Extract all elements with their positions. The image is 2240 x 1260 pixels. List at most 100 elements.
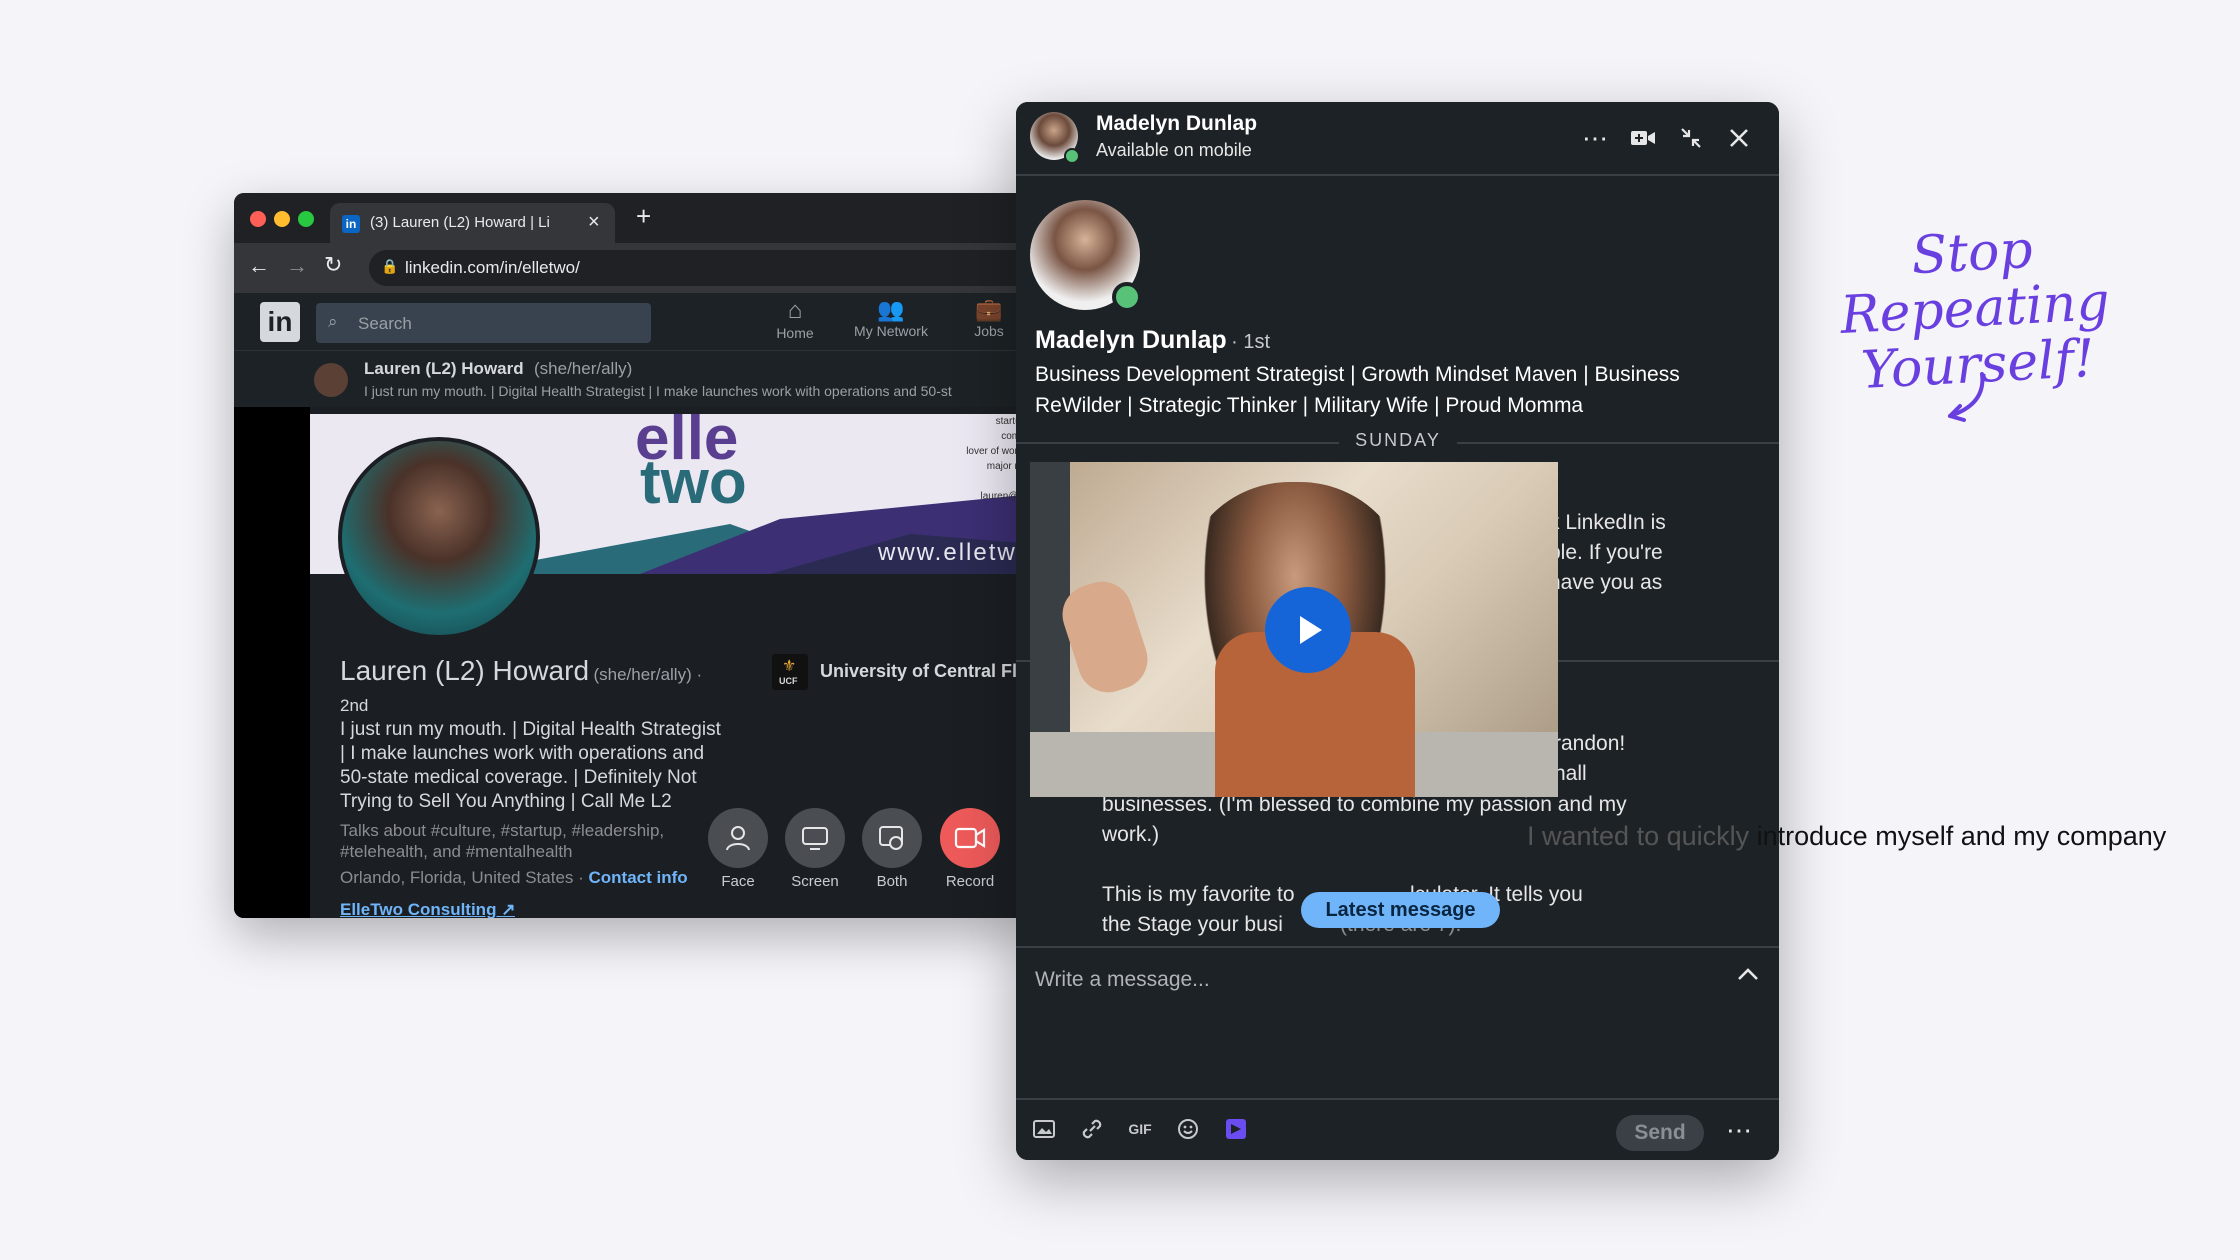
record-button[interactable]	[940, 808, 1000, 868]
latest-message-button[interactable]: Latest message	[1301, 892, 1500, 928]
curved-arrow-icon	[1948, 372, 1985, 422]
both-button[interactable]	[862, 808, 922, 868]
back-icon[interactable]: ←	[248, 253, 270, 279]
screen-icon	[802, 827, 828, 850]
message-line: have you as	[1549, 571, 1663, 594]
face-label: Face	[721, 873, 755, 890]
screen-label: Screen	[791, 873, 839, 890]
chat-contact-status: Available on mobile	[1096, 140, 1252, 160]
linkedin-navbar: in ⌕ Search ⌂ Home 👥 My Network 💼 Jobs	[234, 293, 1034, 350]
tab-bar: in (3) Lauren (L2) Howard | Li × +	[234, 193, 1034, 243]
play-icon	[1300, 616, 1322, 644]
external-link-icon: ↗	[501, 900, 516, 918]
close-window-button[interactable]	[250, 211, 266, 227]
compose-placeholder: Write a message...	[1035, 968, 1210, 991]
profile-headline: I just run my mouth. | Digital Health St…	[340, 718, 721, 814]
online-status-icon	[1064, 148, 1080, 164]
profile-avatar[interactable]	[338, 437, 540, 639]
minimize-chat-icon[interactable]	[1671, 118, 1711, 158]
person-icon	[726, 826, 750, 851]
mini-avatar	[314, 363, 348, 397]
gif-icon[interactable]: GIF	[1122, 1111, 1158, 1147]
bonjoro-extension-icon[interactable]	[1218, 1111, 1254, 1147]
linkedin-favicon-icon: in	[342, 215, 360, 233]
nav-label: My Network	[854, 323, 928, 339]
talks-line: #telehealth, and #mentalhealth	[340, 842, 573, 861]
website-link[interactable]: ElleTwo Consulting ↗	[340, 900, 515, 918]
message-line: k LinkedIn is	[1549, 511, 1666, 534]
profile-card-degree: · 1st	[1231, 331, 1271, 353]
headline-line: 50-state medical coverage. | Definitely …	[340, 767, 697, 788]
home-icon: ⌂	[787, 297, 803, 324]
headline-line: Trying to Sell You Anything | Call Me L2	[340, 791, 672, 812]
url-field[interactable]: 🔒 linkedin.com/in/elletwo/	[369, 250, 1034, 286]
screen-button[interactable]	[785, 808, 845, 868]
image-icon[interactable]	[1026, 1111, 1062, 1147]
address-bar: ← → ↻ 🔒 linkedin.com/in/elletwo/	[234, 243, 1034, 293]
message-1: k LinkedIn is ple. If you're have you as	[1549, 508, 1666, 598]
tab-title: (3) Lauren (L2) Howard | Li	[370, 214, 550, 231]
linkedin-logo-icon[interactable]: in	[260, 302, 300, 342]
contact-info-link[interactable]: Contact info	[589, 868, 688, 887]
close-chat-icon[interactable]	[1719, 118, 1759, 158]
message-composer[interactable]: Write a message...	[1016, 946, 1779, 1100]
banner-website: www.elletwo	[878, 539, 1033, 566]
mini-profile-pronouns: (she/her/ally)	[534, 359, 633, 378]
nav-home[interactable]: ⌂ Home	[745, 297, 845, 341]
reload-icon[interactable]: ↻	[324, 252, 342, 278]
sticky-profile-bar: Lauren (L2) Howard (she/her/ally) I just…	[234, 350, 1034, 408]
message-2: randon! nall	[1554, 729, 1625, 789]
emoji-icon[interactable]	[1170, 1111, 1206, 1147]
maximize-window-button[interactable]	[298, 211, 314, 227]
chat-header[interactable]: Madelyn Dunlap Available on mobile ⋯	[1016, 102, 1779, 176]
message-line: ple. If you're	[1549, 541, 1663, 564]
headline-line: ReWilder | Strategic Thinker | Military …	[1035, 394, 1584, 417]
forward-icon[interactable]: →	[286, 253, 308, 279]
more-options-icon[interactable]: ⋯	[1575, 118, 1615, 158]
browser-tab[interactable]: in (3) Lauren (L2) Howard | Li ×	[330, 203, 615, 243]
callout-line: Stop Repeating	[1838, 219, 2112, 347]
mini-profile-name: Lauren (L2) Howard	[364, 359, 524, 378]
new-tab-icon[interactable]: +	[636, 201, 651, 232]
message-line: nall	[1554, 762, 1587, 785]
send-button[interactable]: Send	[1616, 1115, 1704, 1151]
face-button[interactable]	[708, 808, 768, 868]
more-send-options-icon[interactable]: ⋯	[1719, 1110, 1759, 1150]
overlay-main-text: introduce myself and my company	[1756, 821, 2167, 851]
video-call-icon[interactable]	[1623, 118, 1663, 158]
location-row: Orlando, Florida, United States · Contac…	[340, 868, 688, 888]
banner-brand-bottom: two	[640, 448, 747, 517]
search-input[interactable]: ⌕ Search	[316, 303, 651, 343]
video-camera-icon	[954, 827, 986, 849]
search-placeholder: Search	[358, 314, 412, 333]
minimize-window-button[interactable]	[274, 211, 290, 227]
close-tab-icon[interactable]: ×	[588, 211, 600, 234]
ucf-logo-icon: UCF ⚜	[772, 654, 808, 690]
overlay-faded-text: I wanted to quickly	[1527, 821, 1757, 851]
mini-profile-headline: I just run my mouth. | Digital Health St…	[364, 383, 952, 399]
headline-line: | I make launches work with operations a…	[340, 743, 705, 764]
ucf-mascot-icon: ⚜	[782, 658, 797, 675]
profile-card-name[interactable]: Madelyn Dunlap	[1035, 326, 1227, 354]
lock-icon: 🔒	[381, 258, 399, 274]
profile-card-name-row: Madelyn Dunlap · 1st	[1035, 326, 1270, 355]
search-icon: ⌕	[328, 312, 338, 331]
play-button[interactable]	[1265, 587, 1351, 673]
location-text: Orlando, Florida, United States ·	[340, 868, 584, 887]
nav-my-network[interactable]: 👥 My Network	[841, 297, 941, 339]
profile-name-row: Lauren (L2) Howard (she/her/ally) ·	[340, 655, 702, 687]
message-line: the Stage your busi	[1102, 913, 1283, 936]
message-line: randon!	[1554, 732, 1626, 755]
talks-line: Talks about #culture, #startup, #leaders…	[340, 821, 665, 840]
profile-pronouns: (she/her/ally) ·	[593, 665, 703, 684]
url-text: linkedin.com/in/elletwo/	[405, 258, 580, 277]
typed-text-overlay: I wanted to quickly introduce myself and…	[1527, 821, 2166, 852]
video-thumbnail[interactable]	[1030, 462, 1558, 797]
education-text[interactable]: University of Central Flo	[820, 661, 1034, 682]
ucf-badge-text: UCF	[779, 676, 798, 686]
expand-composer-icon[interactable]	[1736, 962, 1760, 988]
attachment-icon[interactable]	[1074, 1111, 1110, 1147]
both-label: Both	[876, 873, 908, 890]
profile-card-headline: Business Development Strategist | Growth…	[1035, 359, 1680, 421]
record-label: Record	[945, 873, 995, 890]
